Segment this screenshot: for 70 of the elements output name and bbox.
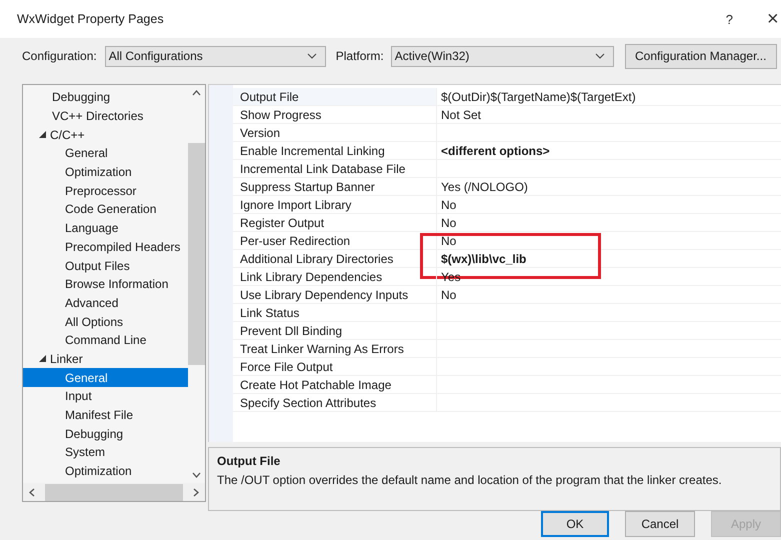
property-value[interactable]: No [437,232,781,249]
description-text: The /OUT option overrides the default name and location of the program that the linker creates. [217,473,723,487]
tree-item[interactable]: Debugging [23,88,188,107]
tree-item[interactable]: General [23,368,188,387]
tree-item[interactable]: System [23,443,188,462]
chevron-down-icon [594,53,605,59]
tree-item[interactable]: Advanced [23,294,188,312]
property-value[interactable]: Yes (/NOLOGO) [437,178,781,195]
tree-item[interactable]: Output Files [23,256,188,275]
tree-item[interactable]: Language [23,218,188,238]
scroll-up-icon[interactable] [192,90,201,96]
chevron-down-icon [306,53,317,59]
property-name[interactable]: Treat Linker Warning As Errors [233,340,437,357]
tree-item[interactable]: Linker [23,350,188,368]
property-name[interactable]: Additional Library Directories [233,250,437,267]
tree-item[interactable]: VC++ Directories [23,106,188,126]
scroll-right-icon[interactable] [193,488,199,496]
configuration-dropdown[interactable]: All Configurations [104,46,326,66]
property-value[interactable]: No [437,214,781,231]
platform-label: Platform: [336,49,384,63]
configuration-manager-button[interactable]: Configuration Manager... [624,44,777,68]
property-name[interactable]: Incremental Link Database File [233,160,437,177]
horizontal-scrollbar[interactable] [23,483,205,501]
property-value[interactable]: No [437,286,781,303]
dialog-button[interactable]: Cancel [625,511,695,537]
property-value[interactable]: $(wx)\lib\vc_lib [437,250,781,267]
property-name[interactable]: Version [233,124,437,141]
tree-item[interactable]: Preprocessor [23,181,188,200]
property-name[interactable]: Enable Incremental Linking [233,142,437,159]
tree-item[interactable]: Debugging [23,424,188,444]
tree-item[interactable]: Code Generation [23,200,188,219]
tree-item[interactable]: Precompiled Headers [23,238,188,256]
tree-item[interactable]: General [23,144,188,163]
tree-item[interactable]: Command Line [23,330,188,350]
property-value[interactable]: <different options> [437,142,781,159]
configuration-label: Configuration: [22,49,97,63]
tree-item[interactable]: All Options [23,312,188,331]
expanded-triangle-icon[interactable] [39,131,46,138]
tree-item[interactable]: C/C++ [23,125,188,144]
window-title: WxWidget Property Pages [17,12,165,26]
property-value[interactable]: No [437,196,781,213]
tree-item[interactable]: Input [23,387,188,406]
tree-item[interactable]: Optimization [23,162,188,182]
property-name[interactable]: Use Library Dependency Inputs [233,286,437,303]
property-name[interactable]: Link Library Dependencies [233,268,437,285]
property-name[interactable]: Specify Section Attributes [233,394,437,411]
help-button[interactable]: ? [726,12,733,26]
property-value[interactable]: $(OutDir)$(TargetName)$(TargetExt) [437,88,781,105]
property-value[interactable]: Yes [437,268,781,285]
property-name[interactable]: Prevent Dll Binding [233,322,437,339]
description-title: Output File [217,454,282,468]
tree-item[interactable]: Browse Information [23,274,188,294]
property-name[interactable]: Register Output [233,214,437,231]
dialog-button[interactable]: OK [541,511,609,537]
property-name[interactable]: Create Hot Patchable Image [233,376,437,393]
tree-item[interactable]: Optimization [23,462,188,480]
property-name[interactable]: Ignore Import Library [233,196,437,213]
scroll-left-icon[interactable] [29,488,35,496]
platform-dropdown[interactable]: Active(Win32) [390,46,614,66]
property-name[interactable]: Show Progress [233,106,437,123]
close-button[interactable]: × [767,8,781,30]
expanded-triangle-icon[interactable] [39,355,46,362]
property-value[interactable]: Not Set [437,106,781,123]
property-name[interactable]: Suppress Startup Banner [233,178,437,195]
scroll-down-icon[interactable] [192,472,201,478]
property-name[interactable]: Per-user Redirection [233,232,437,249]
property-name[interactable]: Force File Output [233,358,437,375]
property-name[interactable]: Link Status [233,304,437,321]
tree-item[interactable]: Manifest File [23,406,188,424]
property-name[interactable]: Output File [233,88,437,105]
